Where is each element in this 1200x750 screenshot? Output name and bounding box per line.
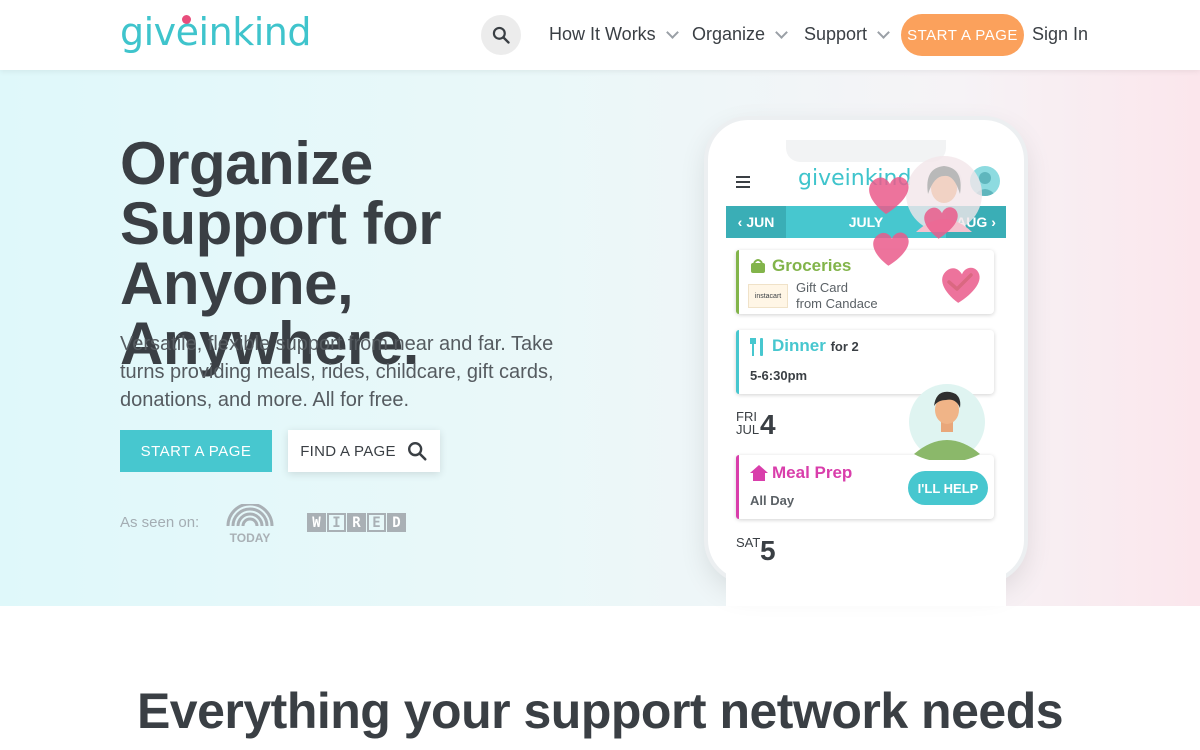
- card-accent-bar: [736, 330, 739, 394]
- today-logo: TODAY: [226, 504, 274, 544]
- prev-month-label: JUN: [746, 214, 775, 230]
- heart-icon: [924, 207, 958, 239]
- hamburger-menu-icon: [736, 176, 750, 188]
- meal-prep-card: Meal Prep All Day I'LL HELP: [736, 455, 994, 519]
- site-header: giveinkind How It Works Organize Support…: [0, 0, 1200, 70]
- wired-letter: E: [367, 513, 386, 532]
- utensils-icon: [750, 338, 763, 356]
- nav-support[interactable]: Support: [804, 24, 890, 45]
- wired-letter: I: [327, 513, 346, 532]
- giveinkind-logo[interactable]: giveinkind: [120, 10, 311, 54]
- search-icon: [407, 442, 427, 461]
- instacart-badge: instacart: [748, 284, 788, 308]
- search-button[interactable]: [481, 15, 521, 55]
- card-subtitle: 5-6:30pm: [750, 368, 808, 383]
- house-icon: [750, 465, 768, 481]
- day-number: 4: [760, 409, 776, 440]
- logo-heart-icon: [182, 15, 191, 24]
- day-label-fri: FRI JUL 4: [736, 410, 776, 440]
- card-title: Dinner for 2: [772, 336, 859, 356]
- card-title-main: Dinner: [772, 336, 826, 355]
- wired-logo: W I R E D: [307, 513, 406, 532]
- nav-organize[interactable]: Organize: [692, 24, 788, 45]
- today-logo-text: TODAY: [230, 531, 271, 544]
- hero-start-page-button[interactable]: START A PAGE: [120, 430, 272, 472]
- card-title: Groceries: [772, 256, 852, 275]
- find-page-label: FIND A PAGE: [300, 442, 396, 460]
- card-accent-bar: [736, 250, 739, 314]
- section-title: Everything your support network needs: [136, 683, 1064, 739]
- header-start-page-button[interactable]: START A PAGE: [901, 14, 1024, 56]
- card-accent-bar: [736, 455, 739, 519]
- heart-icon: [869, 177, 909, 214]
- heart-icon: [942, 267, 980, 303]
- wired-letter: D: [387, 513, 406, 532]
- chevron-down-icon: [775, 25, 788, 39]
- card-subtitle: All Day: [750, 493, 795, 508]
- nav-how-it-works[interactable]: How It Works: [549, 24, 679, 45]
- day-of-week: SAT: [736, 535, 761, 550]
- nav-label: Support: [804, 24, 868, 44]
- chevron-down-icon: [665, 25, 679, 39]
- basket-icon: [751, 259, 765, 273]
- logo-text: giveinkind: [120, 10, 311, 54]
- chevron-down-icon: [877, 25, 890, 39]
- nav-label: How It Works: [549, 24, 656, 44]
- as-seen-on-label: As seen on:: [120, 514, 200, 531]
- ill-help-button: I'LL HELP: [908, 471, 988, 505]
- wired-letter: W: [307, 513, 326, 532]
- prev-month-button: ‹ JUN: [726, 206, 786, 238]
- nav-label: Organize: [692, 24, 766, 44]
- hero-description: Versatile, flexible support from near an…: [120, 333, 554, 411]
- find-page-button[interactable]: FIND A PAGE: [288, 430, 440, 472]
- day-label-sat: SAT 5: [736, 535, 776, 566]
- sign-in-link[interactable]: Sign In: [1032, 24, 1088, 45]
- card-title-suffix: for 2: [830, 339, 859, 354]
- man-avatar-illustration: [909, 384, 985, 460]
- floating-hearts: [869, 177, 980, 303]
- card-title: Meal Prep: [772, 463, 853, 482]
- chevron-left-icon: ‹: [737, 214, 743, 230]
- card-subtitle: Gift Card: [796, 280, 849, 295]
- heart-icon: [873, 232, 909, 266]
- search-icon: [492, 26, 510, 44]
- day-number: 5: [760, 535, 776, 566]
- wired-letter: R: [347, 513, 366, 532]
- day-month: JUL: [736, 422, 760, 437]
